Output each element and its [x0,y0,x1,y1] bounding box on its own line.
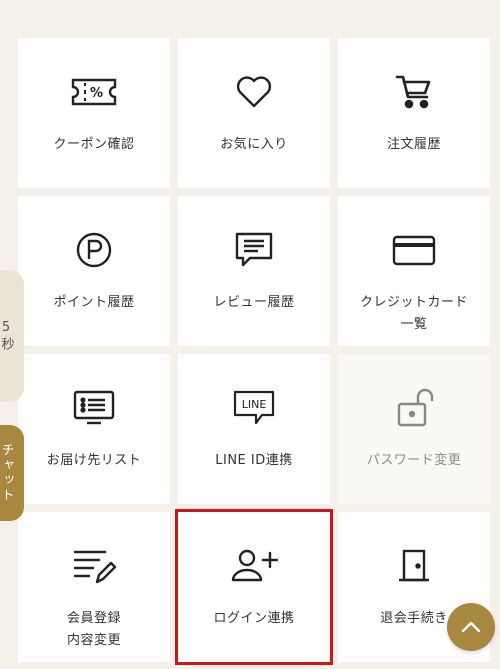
order-history-tile[interactable]: 注文履歴 [338,38,490,188]
door-icon [389,544,439,588]
point-history-label: ポイント履歴 [53,295,135,310]
coupon-label: クーポン確認 [53,137,135,152]
svg-text:%: % [90,86,103,101]
order-history-label: 注文履歴 [386,137,441,152]
credit-card-tile[interactable]: クレジットカード 一覧 [338,196,490,346]
chat-tab-label: チャット [0,443,14,503]
review-history-tile[interactable]: レビュー履歴 [178,196,330,346]
credit-card-icon [389,228,439,272]
password-change-tile[interactable]: パスワード変更 [338,354,490,504]
add-user-icon [229,544,279,588]
credit-card-label: クレジットカード 一覧 [359,295,468,332]
withdrawal-label: 退会手続き [380,611,448,626]
chevron-up-icon [461,621,481,633]
address-list-label: お届け先リスト [46,453,142,468]
heart-icon [229,70,279,114]
login-link-label: ログイン連携 [213,611,295,626]
edit-list-icon [69,544,119,588]
member-info-edit-label: 会員登録 内容変更 [66,611,121,648]
member-info-edit-tile[interactable]: 会員登録 内容変更 [18,512,170,662]
mypage-menu-grid: % クーポン確認 お気に入り 注文履歴 ポイント履歴 レビュー履歴 クレジットカ… [18,38,490,665]
point-history-tile[interactable]: ポイント履歴 [18,196,170,346]
favorites-label: お気に入り [220,137,288,152]
point-icon [69,228,119,272]
password-change-label: パスワード変更 [366,453,462,468]
address-list-tile[interactable]: お届け先リスト [18,354,170,504]
review-history-label: レビュー履歴 [213,295,295,310]
line-icon: LINE [229,386,279,430]
coupon-tile[interactable]: % クーポン確認 [18,38,170,188]
unlock-icon [389,386,439,430]
review-icon [229,228,279,272]
timer-tab[interactable]: 5秒 [0,270,24,402]
timer-tab-label: 5秒 [0,320,14,352]
chat-tab[interactable]: チャット [0,425,24,521]
cart-icon [389,70,439,114]
line-id-link-tile[interactable]: LINE LINE ID連携 [178,354,330,504]
line-id-link-label: LINE ID連携 [215,453,293,468]
svg-text:LINE: LINE [242,398,267,411]
login-link-tile[interactable]: ログイン連携 [175,509,333,665]
coupon-icon: % [69,70,119,114]
favorites-tile[interactable]: お気に入り [178,38,330,188]
address-list-icon [69,386,119,430]
scroll-to-top-button[interactable] [447,603,495,651]
